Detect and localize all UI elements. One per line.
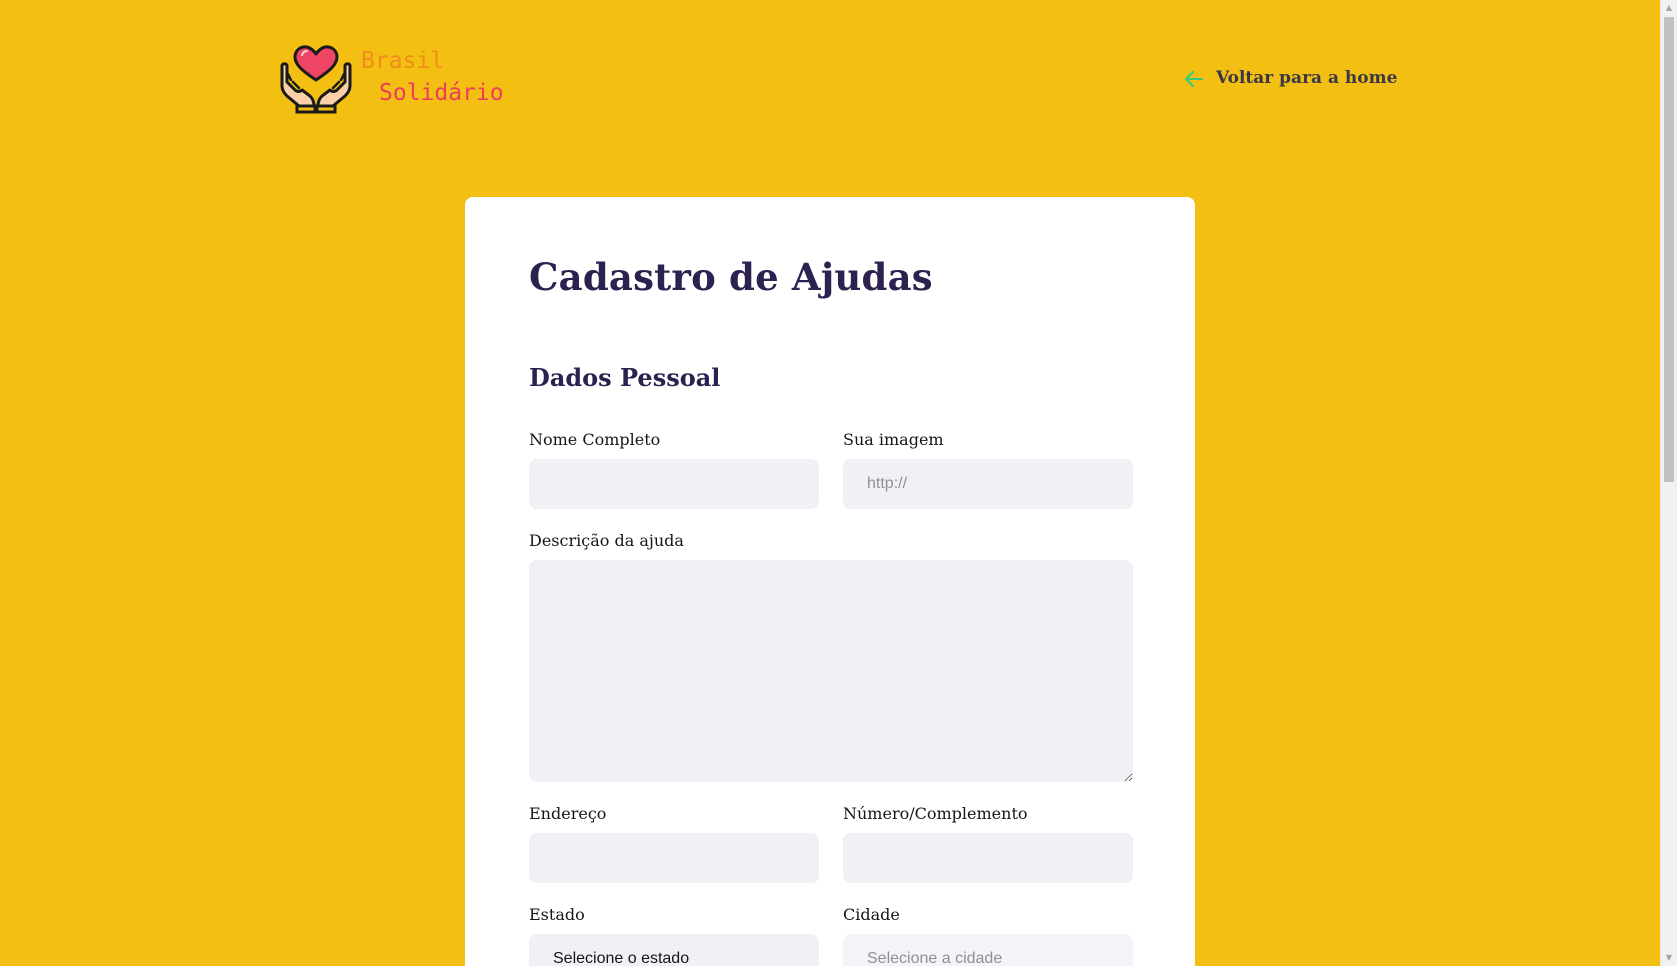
city-label: Cidade <box>843 905 900 924</box>
scroll-up-icon[interactable]: ▲ <box>1661 0 1677 16</box>
heart-hands-icon <box>280 45 352 114</box>
page-scrollbar[interactable]: ▲ ▼ <box>1660 0 1677 966</box>
page-title: Cadastro de Ajudas <box>529 255 933 299</box>
description-textarea[interactable] <box>529 560 1133 782</box>
state-label: Estado <box>529 905 585 924</box>
address-label: Endereço <box>529 804 607 823</box>
brand-name: Brasil Solidário <box>361 44 504 109</box>
brand-line-1: Brasil <box>361 48 445 74</box>
form-card: Cadastro de Ajudas Dados Pessoal Nome Co… <box>465 197 1195 966</box>
brand-logo[interactable]: Brasil Solidário <box>279 44 504 114</box>
image-label: Sua imagem <box>843 430 944 449</box>
number-input[interactable] <box>843 833 1133 883</box>
name-label: Nome Completo <box>529 430 661 449</box>
address-input[interactable] <box>529 833 819 883</box>
state-select[interactable]: Selecione o estado <box>529 934 819 966</box>
name-input[interactable] <box>529 459 819 509</box>
description-label: Descrição da ajuda <box>529 531 684 550</box>
arrow-left-icon <box>1185 71 1203 87</box>
back-home-label: Voltar para a home <box>1216 67 1398 88</box>
scroll-thumb[interactable] <box>1664 17 1674 482</box>
number-label: Número/Complemento <box>843 804 1028 823</box>
city-select[interactable]: Selecione a cidade <box>843 934 1133 966</box>
back-home-link[interactable]: Voltar para a home <box>1184 67 1397 88</box>
brand-line-2: Solidário <box>379 80 504 106</box>
image-url-input[interactable] <box>843 459 1133 509</box>
scroll-down-icon[interactable]: ▼ <box>1661 950 1677 966</box>
section-title: Dados Pessoal <box>529 363 721 392</box>
